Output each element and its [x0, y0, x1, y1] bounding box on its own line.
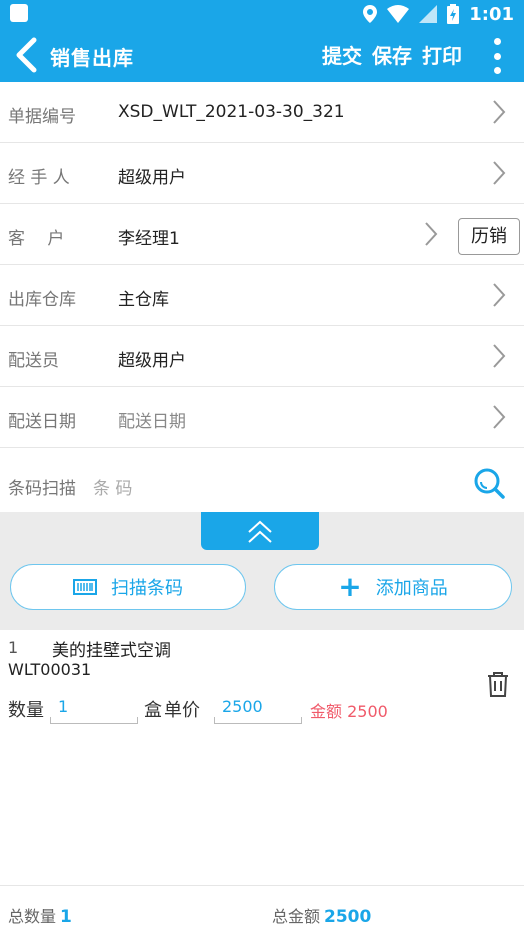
courier-value: 超级用户: [118, 351, 186, 371]
total-quantity-value: 1: [60, 907, 72, 927]
add-product-button[interactable]: + 添加商品: [274, 564, 512, 610]
notification-icon: [10, 4, 28, 22]
item-name: 美的挂壁式空调: [52, 641, 171, 661]
total-quantity-label: 总数量: [8, 907, 57, 926]
chevron-right-icon: [493, 161, 506, 185]
collapse-button[interactable]: [201, 512, 319, 550]
more-menu-icon[interactable]: [490, 38, 504, 74]
status-time: 1:01: [469, 3, 514, 25]
location-icon: [363, 5, 378, 23]
back-button[interactable]: [10, 36, 46, 74]
price-input[interactable]: 2500: [214, 694, 302, 724]
delivery-date-placeholder: 配送日期: [118, 412, 186, 432]
add-product-label: 添加商品: [375, 578, 448, 599]
plus-icon: +: [338, 570, 362, 603]
total-amount: 总金额 2500: [272, 903, 371, 927]
customer-row[interactable]: 客 户 李经理1 历销: [0, 204, 524, 265]
action-panel: 扫描条码 + 添加商品: [0, 512, 524, 630]
print-button[interactable]: 打印: [422, 40, 462, 69]
handler-label: 经 手 人: [8, 168, 70, 188]
item-index: 1: [8, 638, 19, 657]
status-bar: 1:01: [0, 0, 524, 28]
submit-button[interactable]: 提交: [322, 40, 362, 69]
chevron-right-icon: [493, 100, 506, 124]
trash-icon[interactable]: [486, 670, 510, 698]
barcode-scan-row: 条码扫描 条 码: [0, 452, 524, 512]
app-bar: 销售出库 提交 保存 打印: [0, 28, 524, 82]
warehouse-row[interactable]: 出库仓库 主仓库: [0, 265, 524, 326]
warehouse-value: 主仓库: [118, 290, 169, 310]
customer-label: 客 户: [8, 229, 65, 249]
page-title: 销售出库: [50, 46, 134, 70]
chevron-right-icon: [493, 405, 506, 429]
scan-barcode-button[interactable]: 扫描条码: [10, 564, 246, 610]
total-quantity: 总数量 1: [8, 903, 72, 927]
handler-value: 超级用户: [118, 168, 186, 188]
scan-barcode-label: 扫描条码: [111, 578, 183, 599]
courier-row[interactable]: 配送员 超级用户: [0, 326, 524, 387]
save-button[interactable]: 保存: [372, 40, 412, 69]
delivery-date-label: 配送日期: [8, 412, 76, 432]
chevron-right-icon: [493, 344, 506, 368]
doc-no-label: 单据编号: [8, 107, 76, 127]
chevron-right-icon: [493, 283, 506, 307]
price-label: 单价: [164, 700, 200, 721]
doc-no-value: XSD_WLT_2021-03-30_321: [118, 102, 345, 122]
customer-value: 李经理1: [118, 229, 180, 249]
totals-footer: 总数量 1 总金额 2500: [0, 885, 524, 931]
delivery-date-row[interactable]: 配送日期 配送日期: [0, 387, 524, 448]
wifi-icon: [387, 5, 410, 23]
doc-no-row[interactable]: 单据编号 XSD_WLT_2021-03-30_321: [0, 82, 524, 143]
battery-charging-icon: [447, 4, 460, 24]
status-icons: 1:01: [363, 2, 514, 26]
total-amount-label: 总金额: [272, 907, 321, 926]
barcode-input[interactable]: 条 码: [93, 474, 132, 499]
quantity-label: 数量: [8, 700, 44, 721]
handler-row[interactable]: 经 手 人 超级用户: [0, 143, 524, 204]
signal-icon: [419, 5, 438, 23]
barcode-icon: [73, 579, 97, 595]
unit-label: 盒: [144, 700, 162, 721]
item-code: WLT00031: [8, 660, 92, 679]
barcode-label: 条码扫描: [8, 479, 76, 499]
list-item: 1 美的挂壁式空调 WLT00031 数量 1 盒 单价 2500 金额 250…: [0, 630, 524, 730]
warehouse-label: 出库仓库: [8, 290, 76, 310]
back-arrow-icon: [16, 37, 37, 73]
quantity-input[interactable]: 1: [50, 694, 138, 724]
chevron-right-icon: [425, 222, 438, 246]
sales-history-button[interactable]: 历销: [458, 218, 520, 255]
search-icon[interactable]: [472, 466, 506, 500]
amount-value: 金额 2500: [310, 702, 388, 721]
double-chevron-up-icon: [248, 520, 272, 543]
total-amount-value: 2500: [324, 907, 372, 927]
courier-label: 配送员: [8, 351, 59, 371]
